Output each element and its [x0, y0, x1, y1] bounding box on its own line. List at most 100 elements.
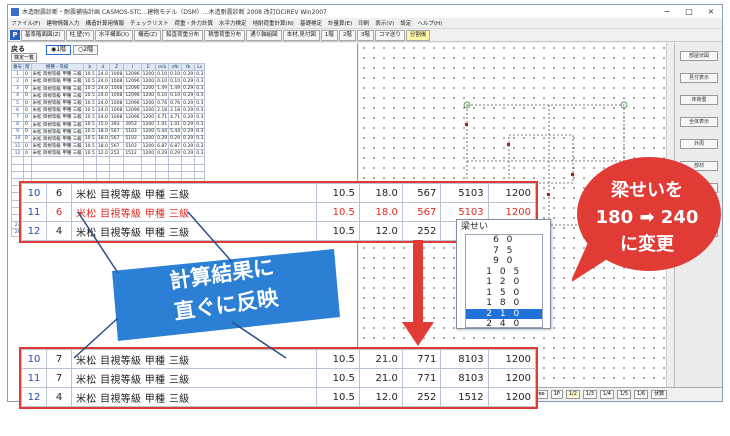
- table-cell: [123, 170, 142, 180]
- app-logo-icon: P: [10, 30, 20, 40]
- menu-item[interactable]: 計量算(E): [328, 19, 352, 27]
- toolbar-button[interactable]: 基準階面図(Z): [21, 29, 65, 41]
- toolbar-button[interactable]: 積雪荷重分布: [204, 29, 246, 41]
- status-tab[interactable]: 1/3: [582, 390, 597, 399]
- table-row[interactable]: 8 0 米松 目視等級 甲種 三級 10.5 15.0 393 2953 1200 1.01 1.…: [11, 120, 206, 129]
- menu-item[interactable]: ヘルプ(H): [417, 19, 442, 27]
- table-row[interactable]: 4 0 米松 目視等級 甲種 三級 10.5 24.0 1008 12096 1200 0.10…: [11, 91, 206, 100]
- table-cell: 12.0: [95, 149, 110, 158]
- dropdown-option[interactable]: 2 1 0: [466, 308, 542, 319]
- table-row[interactable]: 2 0 米松 目視等級 甲種 三級 10.5 24.0 1008 12096 1200 0.10…: [11, 77, 206, 86]
- result-group: 4: [46, 221, 72, 241]
- status-tab[interactable]: 1P: [550, 390, 563, 399]
- toolbar-button[interactable]: 1階: [320, 29, 338, 41]
- menu-item[interactable]: 印刷: [358, 19, 369, 27]
- table-cell: 1008: [108, 106, 125, 115]
- side-panel-button[interactable]: 見付表示: [680, 73, 718, 83]
- toolbar-button[interactable]: 分割後: [405, 29, 431, 41]
- dropdown-option[interactable]: 9 0: [466, 256, 542, 267]
- table-cell: [23, 170, 32, 180]
- menu-item[interactable]: 建物情報入力: [46, 19, 79, 27]
- result-d: 21.0: [358, 368, 403, 388]
- status-tab[interactable]: 1/6: [634, 390, 649, 399]
- minimize-button[interactable]: −: [656, 5, 678, 18]
- status-tab[interactable]: 1/4: [599, 390, 614, 399]
- dropdown-option[interactable]: 6 0: [466, 235, 542, 246]
- toolbar-button[interactable]: 3階: [356, 29, 374, 41]
- menu-item[interactable]: 設定: [400, 19, 411, 27]
- menu-item[interactable]: 基礎検定: [300, 19, 322, 27]
- status-tab[interactable]: 1/2: [565, 390, 580, 399]
- table-row[interactable]: 6 0 米松 目視等級 甲種 三級 10.5 24.0 1008 12096 1200 2.18…: [11, 106, 206, 115]
- table-cell: [108, 156, 125, 165]
- toolbar-button[interactable]: 水平構面(X): [94, 29, 134, 41]
- table-row[interactable]: 3 0 米松 目視等級 甲種 三級 10.5 24.0 1008 12096 1200 1.49…: [11, 84, 206, 93]
- table-row[interactable]: [11, 170, 206, 180]
- floor-radio[interactable]: ◉1階: [46, 45, 72, 55]
- result-row[interactable]: 10 7 米松 目視等級 甲種 三級 10.5 21.0 771 8103 1200: [21, 349, 537, 369]
- side-panel-button[interactable]: 全体表示: [680, 117, 718, 127]
- menu-item[interactable]: 荷重・外力計算: [175, 19, 214, 27]
- table-row[interactable]: 11 0 米松 目視等級 甲種 三級 10.5 18.0 567 5103 1200 6.87 6…: [11, 142, 206, 151]
- table-cell: 1008: [108, 98, 125, 108]
- dropdown-option[interactable]: 1 8 0: [466, 298, 542, 309]
- dropdown-option[interactable]: 1 2 0: [466, 277, 542, 288]
- toolbar-button[interactable]: コマ送り: [374, 29, 405, 41]
- table-cell: 1.01: [155, 120, 170, 129]
- table-row[interactable]: [11, 163, 206, 172]
- toolbar-button[interactable]: 本材,見付図: [282, 29, 320, 41]
- dropdown-option[interactable]: 7 5: [466, 246, 542, 257]
- table-row[interactable]: [11, 156, 206, 165]
- dropdown-option[interactable]: 1 0 5: [466, 267, 542, 278]
- menu-item[interactable]: 水平力検定: [219, 19, 247, 27]
- side-panel-button[interactable]: 床荷重: [680, 95, 718, 105]
- toolbar-button[interactable]: 構造(Z): [134, 29, 162, 41]
- check-list-button[interactable]: 検定一覧: [11, 53, 38, 62]
- result-b: 10.5: [316, 349, 360, 369]
- after-results-band: 10 7 米松 目視等級 甲種 三級 10.5 21.0 771 8103 1200 11 7 米松…: [19, 347, 538, 409]
- table-cell: 0.10: [155, 70, 170, 79]
- status-tab[interactable]: 伏数: [651, 390, 668, 399]
- floor-radio[interactable]: ○2階: [73, 45, 99, 55]
- result-group: 6: [46, 183, 72, 203]
- menu-item[interactable]: ファイル(F): [11, 19, 40, 27]
- toolbar-button[interactable]: 鉛直荷重分布: [162, 29, 204, 41]
- table-cell: 24.0: [95, 84, 110, 93]
- table-cell: 10.5: [82, 134, 97, 144]
- side-panel-button[interactable]: 部屋伏図: [680, 51, 718, 61]
- table-row[interactable]: 9 0 米松 目視等級 甲種 三級 10.5 18.0 567 5103 1200 5.44 5.…: [11, 127, 206, 136]
- table-cell: 0.3: [194, 149, 206, 158]
- result-row[interactable]: 10 6 米松 目視等級 甲種 三級 10.5 18.0 567 5103 1200: [21, 183, 537, 203]
- result-z: 567: [401, 183, 442, 203]
- toolbar-button[interactable]: 通り軸組図: [246, 29, 282, 41]
- maximize-button[interactable]: □: [678, 5, 700, 18]
- side-panel-button[interactable]: 外周: [680, 139, 718, 149]
- table-row[interactable]: 1 0 米松 目視等級 甲種 三級 10.5 24.0 1008 12096 1200 0.10…: [11, 70, 206, 79]
- table-row[interactable]: 12 0 米松 目視等級 甲種 三級 10.5 12.0 252 1512 1200 0.29 0…: [11, 149, 206, 158]
- result-row[interactable]: 11 7 米松 目視等級 甲種 三級 10.5 21.0 771 8103 1200: [21, 368, 537, 388]
- table-cell: [95, 156, 110, 165]
- toolbar-button[interactable]: 2階: [338, 29, 356, 41]
- result-i: 1512: [440, 387, 489, 407]
- table-cell: [140, 163, 157, 172]
- window-title: 木造耐震診断・耐震補強計画 CASMOS-STC…建物モデル（DSM）…木造耐震…: [22, 9, 327, 16]
- dropdown-option[interactable]: 2 4 0: [466, 319, 542, 327]
- toolbar-button[interactable]: 柱,壁(Y): [65, 29, 94, 41]
- table-cell: [168, 170, 183, 180]
- menu-item[interactable]: チェックリスト: [130, 19, 169, 27]
- status-tab[interactable]: 1/5: [616, 390, 632, 399]
- table-row[interactable]: 5 0 米松 目視等級 甲種 三級 10.5 24.0 1008 12096 1200 0.76…: [11, 98, 206, 108]
- table-row[interactable]: 10 0 米松 目視等級 甲種 三級 10.5 18.0 567 5103 1200 0.29 0…: [11, 134, 206, 144]
- table-cell: 0.3: [194, 91, 206, 100]
- beam-depth-dropdown[interactable]: 梁せい 6 07 59 01 0 51 2 01 5 01 8 02 1 02 …: [456, 219, 551, 329]
- table-row[interactable]: 7 0 米松 目視等級 甲種 三級 10.5 24.0 1008 12096 1200 4.71…: [11, 113, 206, 122]
- close-button[interactable]: ×: [700, 5, 722, 18]
- beam-depth-list[interactable]: 6 07 59 01 0 51 2 01 5 01 8 02 1 02 4 02…: [465, 234, 543, 328]
- table-cell: 9: [11, 127, 24, 136]
- menu-item[interactable]: 地耐荷重計算(N): [253, 19, 294, 27]
- dropdown-option[interactable]: 1 5 0: [466, 288, 542, 299]
- table-cell: [23, 163, 32, 172]
- menu-item[interactable]: 表示(V): [375, 19, 394, 27]
- result-row[interactable]: 124米松 目視等級 甲種 三級10.512.025215121200: [21, 387, 537, 407]
- menu-item[interactable]: 構造計算用情報: [85, 19, 124, 27]
